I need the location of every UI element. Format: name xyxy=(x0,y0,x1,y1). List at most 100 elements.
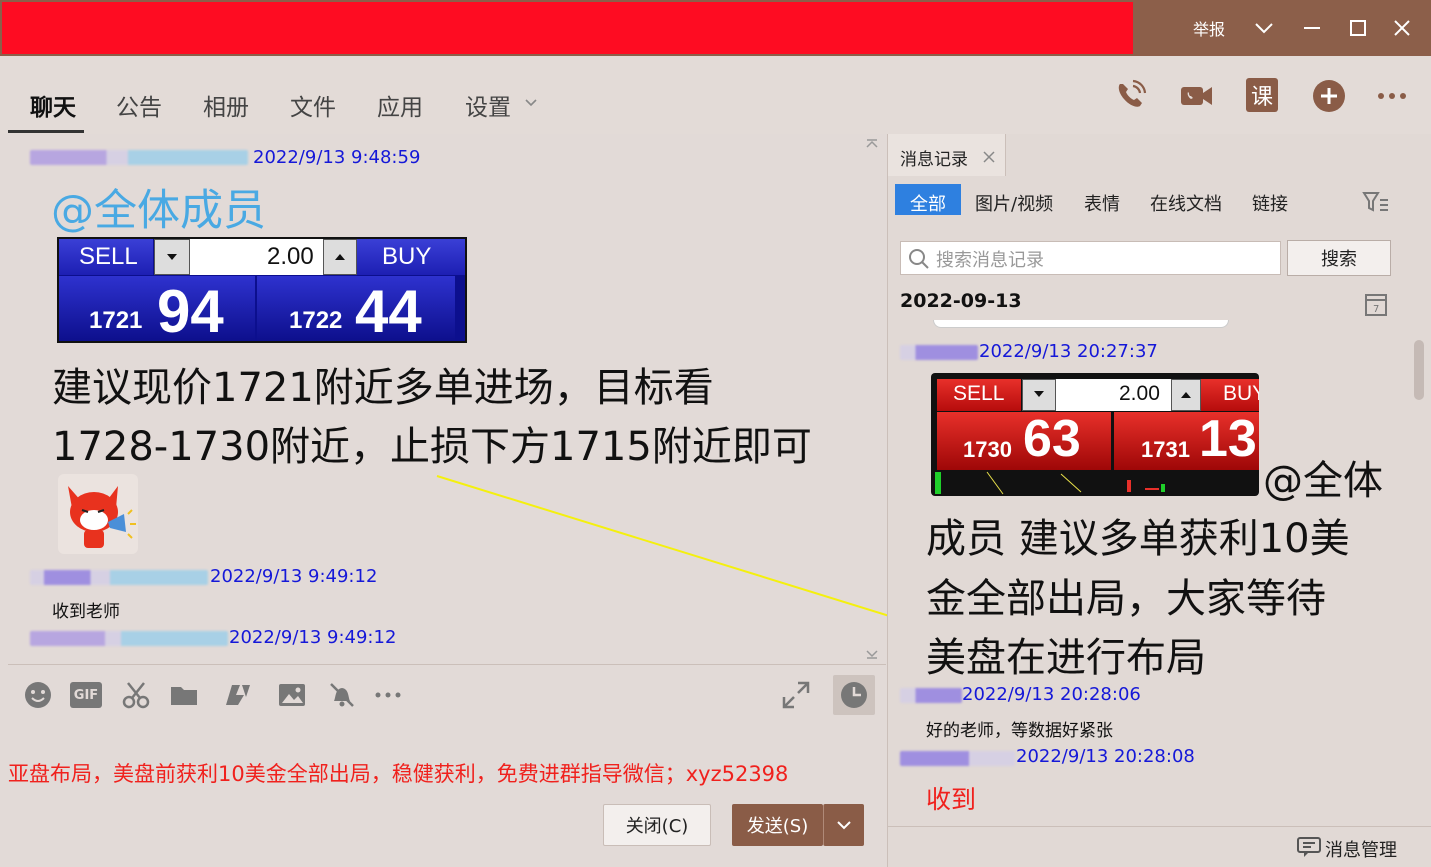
scrollbar-thumb[interactable] xyxy=(1414,340,1424,400)
tab-announcement[interactable]: 公告 xyxy=(116,88,162,122)
buy-price-big: 13 xyxy=(1199,410,1257,468)
tab-album[interactable]: 相册 xyxy=(203,88,249,122)
course-button[interactable]: 课 xyxy=(1246,78,1278,112)
filter-docs[interactable]: 在线文档 xyxy=(1150,190,1222,216)
chevron-down-icon[interactable] xyxy=(1250,14,1278,42)
message-timestamp: 2022/9/13 20:28:06 xyxy=(962,684,1141,705)
filter-all-label: 全部 xyxy=(910,194,946,215)
tab-files[interactable]: 文件 xyxy=(290,88,336,122)
fox-sticker-icon xyxy=(68,486,136,548)
close-icon[interactable] xyxy=(1388,14,1416,42)
screen-capture-icon[interactable] xyxy=(222,679,254,711)
video-call-icon[interactable] xyxy=(1178,78,1214,114)
sell-label: SELL xyxy=(79,243,138,270)
minimize-icon[interactable] xyxy=(1298,14,1326,42)
sell-price-small: 1721 xyxy=(89,307,143,334)
sticker-image[interactable] xyxy=(58,474,138,554)
clock-icon xyxy=(841,682,867,708)
sell-price-small: 1730 xyxy=(963,437,1012,462)
add-icon[interactable] xyxy=(1311,78,1347,114)
close-button[interactable]: 关闭(C) xyxy=(603,804,711,846)
message-input[interactable]: 亚盘布局，美盘前获利10美金全部出局，稳健获利，免费进群指导微信；xyz5239… xyxy=(8,758,788,788)
send-options-button[interactable] xyxy=(823,804,864,846)
message-manage-button[interactable]: 消息管理 xyxy=(1325,836,1397,862)
sell-label: SELL xyxy=(953,382,1005,405)
scroll-down-icon[interactable] xyxy=(864,648,880,660)
scroll-up-icon[interactable] xyxy=(864,138,880,150)
search-icon xyxy=(909,249,929,269)
message-history-panel: 消息记录 全部 图片/视频 表情 在线文档 链接 搜索消息记录 搜索 2022-… xyxy=(887,134,1431,867)
chat-window: 举报 聊天 公告 相册 文件 应用 设置 课 2022/9/13 9:48:59… xyxy=(0,0,1431,867)
sender-name xyxy=(30,150,248,165)
quote-widget: SELL 2.00 BUY 1721 94 1722 44 xyxy=(57,237,467,343)
folder-icon[interactable] xyxy=(168,679,200,711)
sender-name xyxy=(900,345,978,360)
report-link[interactable]: 举报 xyxy=(1193,16,1225,40)
quote-widget: SELL 2.00 BUY 1730 63 1731 13 xyxy=(931,373,1259,496)
close-icon[interactable] xyxy=(983,151,995,163)
qty-value: 2.00 xyxy=(267,243,314,270)
buy-label: BUY xyxy=(1223,382,1259,405)
message-timestamp: 2022/9/13 20:28:08 xyxy=(1016,746,1195,767)
previous-message-edge xyxy=(933,320,1229,328)
message-text: 建议现价1721附近多单进场，目标看 xyxy=(52,365,714,411)
message-list[interactable]: 2022/9/13 9:48:59 @全体成员 SELL 2.00 BUY 17… xyxy=(8,134,884,664)
sender-name xyxy=(30,570,208,585)
message-timestamp: 2022/9/13 9:49:12 xyxy=(229,627,397,648)
tab-chat[interactable]: 聊天 xyxy=(30,88,76,122)
history-date: 2022-09-13 xyxy=(900,290,1022,312)
sender-name xyxy=(900,751,1015,766)
message-timestamp: 2022/9/13 9:48:59 xyxy=(253,147,421,168)
sender-name xyxy=(30,631,228,646)
more-icon[interactable] xyxy=(372,679,404,711)
caret-up-icon xyxy=(1181,392,1191,398)
message-manage-icon xyxy=(1297,837,1321,857)
more-icon[interactable] xyxy=(1374,78,1410,114)
tab-apps[interactable]: 应用 xyxy=(377,88,423,122)
sender-name xyxy=(900,688,962,703)
caret-down-icon xyxy=(167,254,177,260)
message-timestamp: 2022/9/13 9:49:12 xyxy=(210,566,378,587)
message-text: 金全部出局，大家等待 xyxy=(926,576,1326,622)
message-text: 收到老师 xyxy=(52,602,120,622)
active-tab-indicator xyxy=(8,130,84,133)
buy-price-big: 44 xyxy=(355,278,422,343)
composer-toolbar: GIF xyxy=(8,664,886,726)
mute-bell-icon[interactable] xyxy=(326,679,358,711)
scissors-icon[interactable] xyxy=(120,679,152,711)
group-name-bar xyxy=(2,2,1133,54)
send-button[interactable]: 发送(S) xyxy=(732,804,823,846)
maximize-icon[interactable] xyxy=(1344,14,1372,42)
filter-icon[interactable] xyxy=(1362,190,1390,214)
image-icon[interactable] xyxy=(276,679,308,711)
tab-bar: 聊天 公告 相册 文件 应用 设置 课 xyxy=(0,56,1431,134)
expand-icon[interactable] xyxy=(780,679,812,711)
sell-price-big: 94 xyxy=(157,278,224,343)
mention-all[interactable]: @全体成员 xyxy=(51,176,266,238)
message-timestamp: 2022/9/13 20:27:37 xyxy=(979,341,1158,362)
calendar-icon[interactable]: 7 xyxy=(1364,291,1388,317)
message-text: 成员 建议多单获利10美 xyxy=(926,516,1350,562)
caret-up-icon xyxy=(335,254,345,260)
filter-links[interactable]: 链接 xyxy=(1252,190,1288,216)
search-placeholder: 搜索消息记录 xyxy=(936,250,1044,271)
gif-icon[interactable]: GIF xyxy=(70,682,102,708)
chevron-down-icon[interactable] xyxy=(524,98,538,108)
phone-icon[interactable] xyxy=(1112,78,1148,114)
search-button[interactable]: 搜索 xyxy=(1287,240,1391,276)
message-text: 好的老师，等数据好紧张 xyxy=(926,721,1113,741)
mention-all[interactable]: @全体 xyxy=(1263,448,1383,506)
history-toggle[interactable] xyxy=(833,675,875,715)
history-title: 消息记录 xyxy=(900,150,968,170)
buy-price-small: 1722 xyxy=(289,307,343,334)
chevron-down-icon xyxy=(837,821,851,830)
message-text: 收到 xyxy=(926,785,977,814)
buy-label: BUY xyxy=(382,243,432,270)
tab-settings[interactable]: 设置 xyxy=(465,88,511,122)
filter-media[interactable]: 图片/视频 xyxy=(975,190,1053,216)
filter-stickers[interactable]: 表情 xyxy=(1084,190,1120,216)
svg-text:7: 7 xyxy=(1373,304,1379,315)
buy-price-small: 1731 xyxy=(1141,437,1190,462)
emoji-icon[interactable] xyxy=(22,679,54,711)
mini-chart xyxy=(935,471,1165,495)
